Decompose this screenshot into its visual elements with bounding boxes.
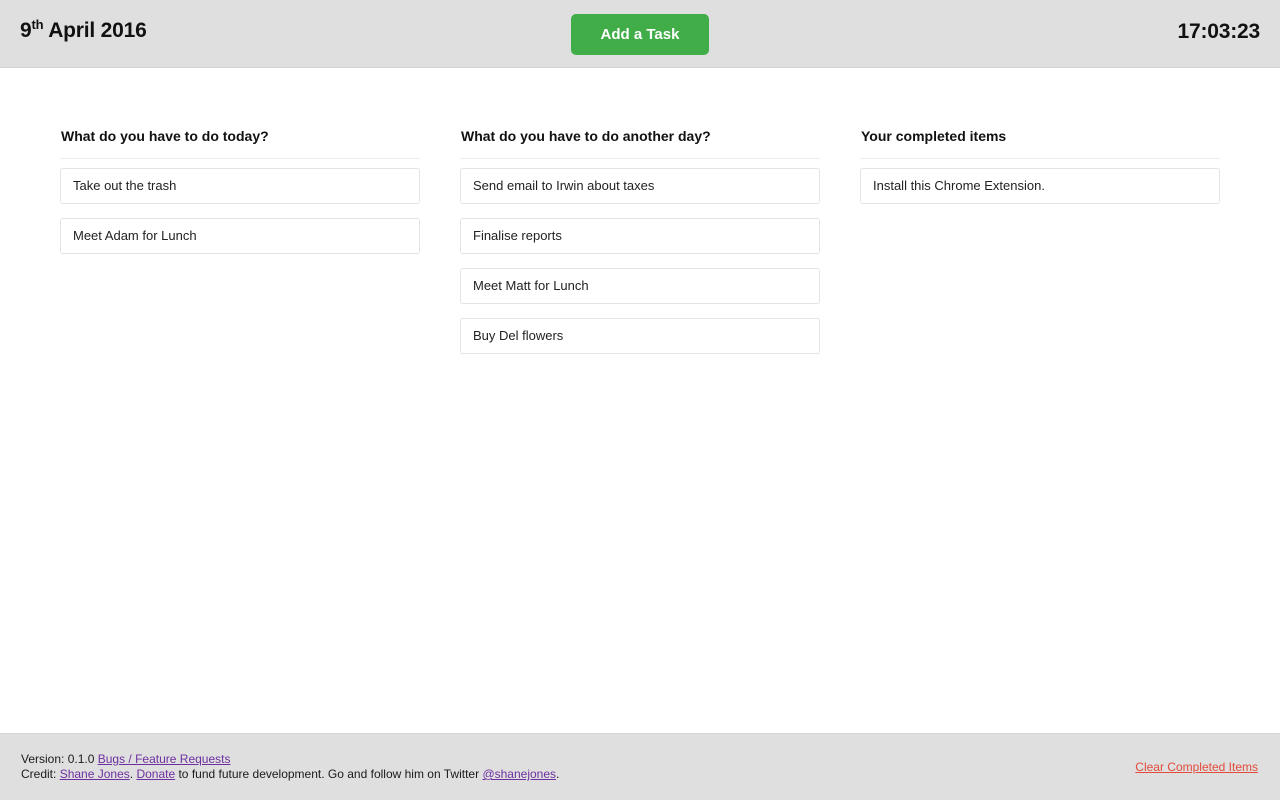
column-title-today: What do you have to do today? bbox=[61, 128, 269, 144]
current-date: 9th April 2016 bbox=[20, 17, 147, 43]
date-day: 9 bbox=[20, 19, 32, 42]
task-item[interactable]: Take out the trash bbox=[60, 168, 420, 204]
task-item[interactable]: Meet Matt for Lunch bbox=[460, 268, 820, 304]
task-board: What do you have to do today? Take out t… bbox=[0, 69, 1280, 733]
twitter-handle-link[interactable]: @shanejones bbox=[482, 767, 556, 781]
task-item[interactable]: Meet Adam for Lunch bbox=[60, 218, 420, 254]
date-month-year: April 2016 bbox=[43, 19, 147, 42]
footer-actions: Clear Completed Items bbox=[1135, 760, 1258, 774]
column-divider bbox=[60, 158, 420, 159]
app-header: 9th April 2016 Add a Task 17:03:23 bbox=[0, 0, 1280, 68]
column-divider bbox=[460, 158, 820, 159]
task-list-another-day: Send email to Irwin about taxes Finalise… bbox=[460, 168, 820, 368]
task-item[interactable]: Install this Chrome Extension. bbox=[860, 168, 1220, 204]
bugs-feature-requests-link[interactable]: Bugs / Feature Requests bbox=[98, 752, 231, 766]
column-title-another-day: What do you have to do another day? bbox=[461, 128, 711, 144]
twitter-tail-text: . bbox=[556, 767, 560, 781]
footer-version-line: Version: 0.1.0 Bugs / Feature Requests bbox=[21, 752, 559, 767]
footer-credits: Version: 0.1.0 Bugs / Feature Requests C… bbox=[21, 752, 559, 782]
task-item[interactable]: Buy Del flowers bbox=[460, 318, 820, 354]
clear-completed-items-link[interactable]: Clear Completed Items bbox=[1135, 760, 1258, 774]
app-footer: Version: 0.1.0 Bugs / Feature Requests C… bbox=[0, 733, 1280, 800]
task-item[interactable]: Send email to Irwin about taxes bbox=[460, 168, 820, 204]
author-link[interactable]: Shane Jones bbox=[60, 767, 130, 781]
date-ordinal-suffix: th bbox=[31, 17, 44, 32]
task-item[interactable]: Finalise reports bbox=[460, 218, 820, 254]
column-divider bbox=[860, 158, 1220, 159]
credit-label: Credit: bbox=[21, 767, 57, 781]
task-list-today: Take out the trash Meet Adam for Lunch bbox=[60, 168, 420, 268]
column-title-completed: Your completed items bbox=[861, 128, 1007, 144]
version-label: Version: 0.1.0 bbox=[21, 752, 95, 766]
donate-link[interactable]: Donate bbox=[136, 767, 175, 781]
current-time-clock: 17:03:23 bbox=[1177, 20, 1261, 43]
task-list-completed: Install this Chrome Extension. bbox=[860, 168, 1220, 218]
donate-tail-text: to fund future development. Go and follo… bbox=[175, 767, 483, 781]
add-task-button[interactable]: Add a Task bbox=[571, 14, 709, 55]
credit-period: . bbox=[129, 767, 134, 781]
footer-credit-line: Credit: Shane Jones. Donate to fund futu… bbox=[21, 767, 559, 782]
